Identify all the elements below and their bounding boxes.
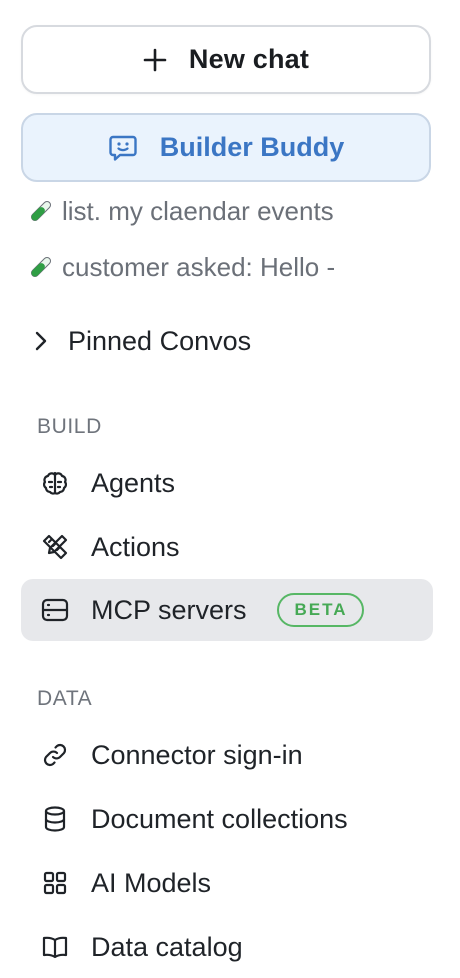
pinned-convos-toggle[interactable]: Pinned Convos bbox=[34, 322, 251, 360]
builder-buddy-button[interactable]: Builder Buddy bbox=[21, 113, 431, 182]
recent-chat-label: customer asked: Hello - bbox=[62, 251, 336, 282]
link-icon bbox=[39, 739, 71, 771]
new-chat-label: New chat bbox=[188, 44, 310, 74]
recent-chat-item[interactable]: list. my claendar events bbox=[28, 193, 334, 229]
brain-icon bbox=[39, 467, 71, 499]
nav-item-label: Connector sign-in bbox=[91, 739, 303, 770]
nav-item-label: Data catalog bbox=[91, 931, 243, 962]
recent-chat-item[interactable]: customer asked: Hello - bbox=[28, 249, 335, 285]
nav-item-agents[interactable]: Agents bbox=[21, 452, 433, 514]
nav-item-actions[interactable]: Actions bbox=[21, 516, 433, 578]
server-icon bbox=[39, 594, 71, 626]
book-icon bbox=[39, 931, 71, 963]
nav-item-document-collections[interactable]: Document collections bbox=[21, 788, 433, 850]
database-icon bbox=[39, 803, 71, 835]
chevron-right-icon bbox=[34, 330, 48, 352]
plus-icon bbox=[143, 48, 167, 72]
test-tube-icon bbox=[28, 254, 54, 280]
nav-item-data-catalog[interactable]: Data catalog bbox=[21, 916, 433, 978]
build-section-heading: BUILD bbox=[37, 415, 102, 438]
chat-bot-icon bbox=[108, 133, 138, 163]
nav-item-label: Actions bbox=[91, 531, 180, 562]
nav-item-label: MCP servers bbox=[91, 594, 247, 625]
nav-item-label: AI Models bbox=[91, 867, 212, 898]
builder-buddy-label: Builder Buddy bbox=[159, 132, 345, 162]
recent-chat-label: list. my claendar events bbox=[62, 195, 334, 226]
sidebar: New chat Builder Buddy list. my claendar… bbox=[0, 0, 460, 970]
beta-badge: BETA bbox=[276, 593, 364, 627]
tools-icon bbox=[39, 531, 71, 563]
test-tube-icon bbox=[28, 198, 54, 224]
nav-item-connector-sign-in[interactable]: Connector sign-in bbox=[21, 724, 433, 786]
new-chat-button[interactable]: New chat bbox=[21, 25, 431, 94]
grid-icon bbox=[39, 867, 71, 899]
nav-item-mcp-servers[interactable]: MCP servers BETA bbox=[21, 579, 433, 641]
nav-item-label: Document collections bbox=[91, 803, 348, 834]
nav-item-label: Agents bbox=[91, 467, 176, 498]
data-section-heading: DATA bbox=[37, 687, 93, 710]
nav-item-ai-models[interactable]: AI Models bbox=[21, 852, 433, 914]
pinned-convos-label: Pinned Convos bbox=[68, 325, 252, 356]
